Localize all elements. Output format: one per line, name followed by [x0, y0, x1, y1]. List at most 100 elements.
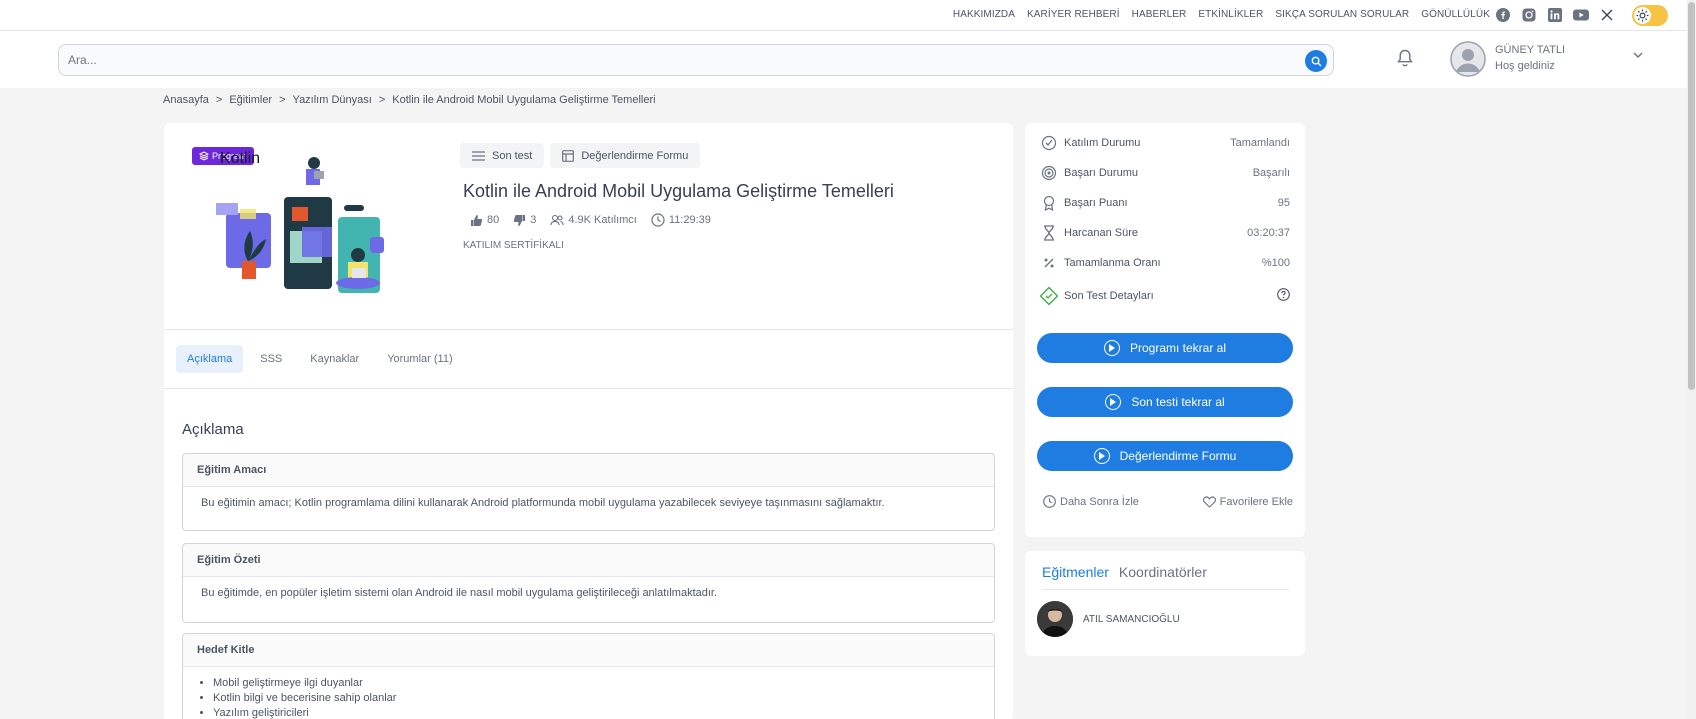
user-greeting: Hoş geldiniz — [1495, 60, 1555, 72]
user-menu[interactable]: GÜNEY TATLI Hoş geldiniz — [1450, 41, 1680, 77]
participants-count: 4.9K Katılımcı — [568, 214, 637, 226]
breadcrumb: Anasayfa > Eğitimler > Yazılım Dünyası >… — [163, 94, 656, 106]
user-name: GÜNEY TATLI — [1495, 44, 1566, 56]
toplink-events[interactable]: ETKİNLİKLER — [1198, 9, 1263, 20]
search-bar — [58, 44, 1334, 76]
tab-resources[interactable]: Kaynaklar — [299, 345, 370, 373]
search-button[interactable] — [1305, 50, 1327, 72]
play-icon — [1103, 340, 1120, 356]
divider — [164, 329, 1013, 330]
tab-comments[interactable]: Yorumlar (11) — [376, 345, 463, 373]
audience-list: Mobil geliştirmeye ilgi duyanlar Kotlin … — [201, 676, 976, 719]
duration-value: 11:29:39 — [668, 214, 711, 226]
dislike-count: 3 — [530, 214, 537, 226]
breadcrumb-category[interactable]: Yazılım Dünyası — [293, 94, 372, 106]
last-test-button[interactable]: Son test — [460, 143, 545, 168]
theme-toggle[interactable] — [1632, 5, 1668, 26]
tab-coordinators[interactable]: Koordinatörler — [1119, 564, 1207, 580]
clock-icon — [651, 213, 665, 227]
percent-icon — [1040, 254, 1058, 272]
section-body: Bu eğitimde, en popüler işletim sistemi … — [201, 587, 718, 599]
notification-bell-icon[interactable] — [1396, 48, 1416, 70]
toplink-about[interactable]: HAKKIMIZDA — [953, 9, 1015, 20]
divider — [164, 388, 1013, 389]
thumbs-down-icon — [514, 214, 526, 226]
status-value: 95 — [1277, 197, 1290, 209]
play-icon — [1105, 394, 1122, 410]
course-image-text: Kotlin — [220, 150, 261, 167]
toplink-career[interactable]: KARİYER REHBERİ — [1027, 9, 1120, 20]
status-value: 03:20:37 — [1247, 227, 1290, 239]
retake-program-button[interactable]: Programı tekrar al — [1037, 333, 1293, 363]
evaluation-form-side-button[interactable]: Değerlendirme Formu — [1037, 441, 1293, 471]
instagram-icon[interactable] — [1521, 7, 1537, 23]
status-label: Harcanan Süre — [1064, 227, 1138, 239]
breadcrumb-separator: > — [215, 94, 223, 106]
status-row-score: Başarı Puanı 95 — [1040, 193, 1290, 213]
status-label: Katılım Durumu — [1064, 137, 1141, 149]
divider — [1042, 589, 1289, 590]
watch-later-link[interactable]: Daha Sonra İzle — [1043, 495, 1139, 508]
toplink-faq[interactable]: SIKÇA SORULAN SORULAR — [1275, 9, 1409, 20]
section-heading: Eğitim Amacı — [183, 454, 994, 487]
top-bar: HAKKIMIZDA KARİYER REHBERİ HABERLER ETKİ… — [0, 0, 1696, 31]
tab-description[interactable]: Açıklama — [176, 345, 244, 373]
search-icon — [1311, 56, 1321, 66]
course-tabs: Açıklama SSS Kaynaklar Yorumlar (11) — [176, 345, 464, 373]
search-input[interactable] — [59, 45, 1259, 75]
section-heading: Eğitim Özeti — [183, 544, 994, 577]
watch-later-label: Daha Sonra İzle — [1060, 495, 1139, 508]
breadcrumb-trainings[interactable]: Eğitimler — [229, 94, 272, 106]
retake-program-label: Programı tekrar al — [1129, 341, 1227, 355]
list-item: Yazılım geliştiricileri — [213, 706, 976, 719]
status-row-success: Başarı Durumu Başarılı — [1040, 163, 1290, 183]
breadcrumb-home[interactable]: Anasayfa — [163, 94, 209, 106]
breadcrumb-separator: > — [378, 94, 386, 106]
retake-last-test-button[interactable]: Son testi tekrar al — [1037, 387, 1293, 417]
scrollbar-thumb[interactable] — [1688, 2, 1695, 390]
tab-instructors[interactable]: Eğitmenler — [1042, 564, 1109, 580]
evaluation-form-side-label: Değerlendirme Formu — [1119, 449, 1237, 463]
course-illustration — [216, 157, 384, 293]
avatar — [1450, 41, 1486, 77]
last-test-label: Son test — [492, 149, 533, 162]
duration-stat: 11:29:39 — [651, 213, 711, 227]
add-favorite-link[interactable]: Favorilere Ekle — [1202, 495, 1293, 508]
instructors-card: Eğitmenler Koordinatörler ATIL SAMANCIOĞ… — [1025, 551, 1305, 656]
help-icon[interactable] — [1277, 288, 1290, 304]
sun-icon — [1634, 7, 1651, 24]
x-icon[interactable] — [1599, 7, 1615, 23]
heart-icon — [1202, 496, 1216, 508]
thumbs-up-icon — [471, 214, 483, 226]
social-links — [1495, 7, 1615, 23]
chevron-down-icon — [1633, 52, 1643, 58]
youtube-icon[interactable] — [1573, 7, 1589, 23]
linkedin-icon[interactable] — [1547, 7, 1563, 23]
facebook-icon[interactable] — [1495, 7, 1511, 23]
status-label: Başarı Durumu — [1064, 167, 1138, 179]
like-button[interactable]: 80 — [470, 214, 499, 227]
dislike-button[interactable]: 3 — [513, 214, 536, 227]
course-title: Kotlin ile Android Mobil Uygulama Gelişt… — [463, 181, 894, 201]
course-action-chips: Son test Değerlendirme Formu — [460, 143, 701, 168]
status-value: Tamamlandı — [1230, 137, 1290, 149]
add-favorite-label: Favorilere Ekle — [1219, 495, 1293, 508]
section-body: Mobil geliştirmeye ilgi duyanlar Kotlin … — [183, 667, 994, 719]
certificate-label: KATILIM SERTİFİKALI — [463, 240, 564, 251]
check-circle-icon — [1040, 134, 1058, 152]
toplink-news[interactable]: HABERLER — [1132, 9, 1187, 20]
test-detail-icon — [1040, 287, 1058, 305]
instructor-name[interactable]: ATIL SAMANCIOĞLU — [1083, 614, 1180, 625]
participants-stat: 4.9K Katılımcı — [550, 214, 637, 226]
target-icon — [1040, 164, 1058, 182]
description-title: Açıklama — [182, 421, 244, 438]
retake-last-test-label: Son testi tekrar al — [1131, 395, 1225, 409]
breadcrumb-separator: > — [279, 94, 286, 106]
award-icon — [1040, 194, 1058, 212]
evaluation-form-button[interactable]: Değerlendirme Formu — [550, 143, 701, 168]
page-scrollbar[interactable] — [1687, 0, 1696, 719]
tab-faq[interactable]: SSS — [249, 345, 293, 373]
course-stats: 80 3 4.9K Katılımcı 11:29:39 — [470, 213, 711, 227]
toplink-volunteer[interactable]: GÖNÜLLÜLÜK — [1421, 9, 1490, 20]
breadcrumb-current: Kotlin ile Android Mobil Uygulama Gelişt… — [392, 94, 656, 106]
